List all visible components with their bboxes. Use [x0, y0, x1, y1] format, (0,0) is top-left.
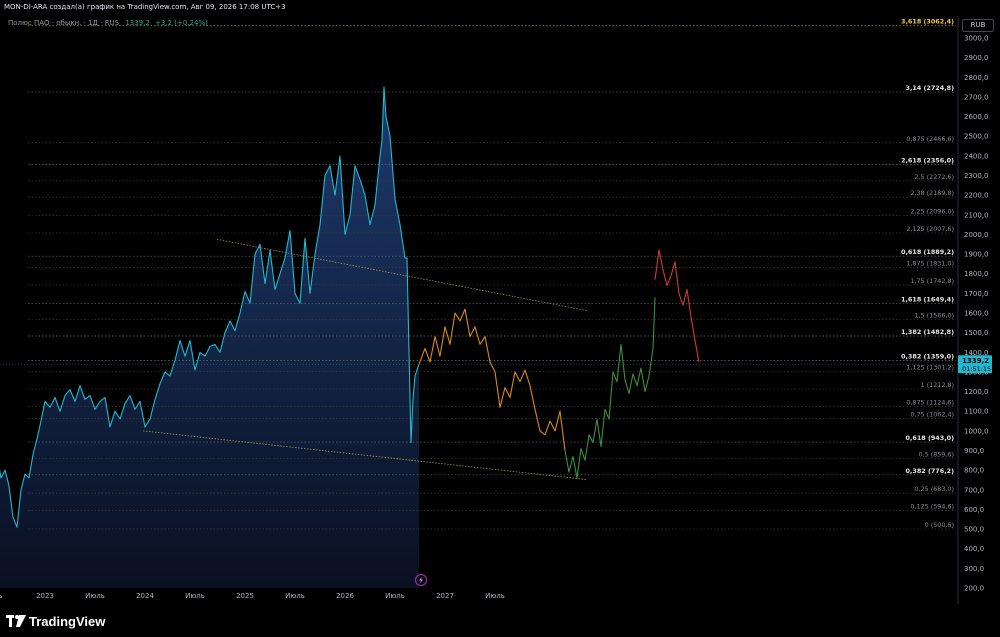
y-tick-label: 2100,0 [964, 211, 989, 219]
fib-level-label: 0,5 (859,6) [919, 450, 954, 458]
y-tick-label: 500,0 [964, 526, 984, 534]
y-tick-label: 1900,0 [964, 251, 989, 259]
footer: TradingView [0, 604, 1000, 637]
x-tick-label: 2025 [236, 592, 254, 600]
history-area [0, 87, 419, 588]
x-tick-label: Июль [185, 592, 205, 600]
fib-level-label: 1,125 (1301,2) [906, 364, 954, 372]
x-tick-label: 2026 [336, 592, 354, 600]
fib-level-label: 3,14 (2724,8) [906, 84, 955, 92]
last-price-tag-value: 1339,2 [962, 357, 989, 365]
brand-name: TradingView [29, 614, 106, 629]
y-tick-label: 400,0 [964, 545, 984, 553]
y-tick-label: 2000,0 [964, 231, 989, 239]
fib-level-label: 1 (1212,8) [921, 381, 954, 389]
y-tick-label: 2400,0 [964, 152, 989, 160]
history-area-fill [0, 87, 419, 588]
fib-level-label: 1,75 (1742,8) [910, 277, 954, 285]
lightning-bolt-glyph [419, 576, 423, 584]
y-tick-label: 2500,0 [964, 133, 989, 141]
y-tick-label: 1600,0 [964, 310, 989, 318]
y-tick-label: 2800,0 [964, 74, 989, 82]
fib-level-label: 0 (500,6) [925, 521, 954, 529]
last-price-tag-countdown: 01:51:15 [962, 365, 991, 373]
fib-level-label: 2,618 (2356,0) [901, 157, 954, 165]
last-price-tag: 1339,201:51:15 [0, 355, 992, 374]
series-projection-green [564, 297, 656, 479]
fib-level-label: 0,382 (776,2) [906, 467, 955, 475]
fib-level-label: 0,382 (1359,0) [901, 352, 954, 360]
fib-level-label: 0,75 (1062,4) [910, 411, 954, 419]
y-tick-label: 3000,0 [964, 35, 989, 43]
y-tick-label: 800,0 [964, 467, 984, 475]
x-axis[interactable]: юль 2023 Июль 2024 Июль 2025 Июль 2026 Июль 2027 И… [0, 592, 505, 600]
y-tick-label: 700,0 [964, 486, 984, 494]
y-tick-label: 600,0 [964, 506, 984, 514]
fib-level-label: 0,875 (1124,6) [906, 398, 954, 406]
y-tick-label: 2900,0 [964, 54, 989, 62]
fib-level-label: 1,5 (1566,0) [914, 312, 954, 320]
fib-level-label: 0,618 (943,0) [906, 434, 955, 442]
y-tick-label: 2600,0 [964, 113, 989, 121]
fib-level-label: 2,38 (2189,8) [910, 189, 954, 197]
fib-level-label: 1,382 (1482,8) [901, 328, 954, 336]
fib-level-label: 0,125 (594,6) [910, 502, 954, 510]
x-tick-label: Июль [485, 592, 505, 600]
fib-level-label: 2,25 (2096,0) [910, 208, 954, 216]
x-tick-label: Июль [85, 592, 105, 600]
y-tick-label: 2300,0 [964, 172, 989, 180]
fib-level-label: 2,125 (2007,6) [906, 225, 954, 233]
fib-level-label: 3,618 (3062,4) [901, 18, 954, 26]
fib-level-label: 0,875 (2466,6) [906, 135, 954, 143]
x-tick-label: юль [0, 592, 2, 600]
fib-level-label: 0,25 (683,0) [914, 485, 954, 493]
fib-level-label: 1,875 (1831,0) [906, 260, 954, 268]
y-tick-label: 1500,0 [964, 329, 989, 337]
y-tick-label: 1000,0 [964, 427, 989, 435]
y-axis[interactable]: 200,0 300,0 400,0 500,0 600,0 700,0 800,0 900,0… [957, 16, 989, 604]
y-tick-label: 1200,0 [964, 388, 989, 396]
series-projection-red [654, 249, 700, 363]
x-tick-label: Июль [385, 592, 405, 600]
x-tick-label: Июль [285, 592, 305, 600]
y-tick-label: 1100,0 [964, 408, 989, 416]
x-tick-label: 2024 [136, 592, 154, 600]
y-tick-label: 2200,0 [964, 192, 989, 200]
x-tick-label: 2023 [36, 592, 54, 600]
y-tick-label: 1800,0 [964, 270, 989, 278]
y-tick-label: 900,0 [964, 447, 984, 455]
y-tick-label: 300,0 [964, 565, 984, 573]
series-projection-orange [418, 308, 566, 451]
fib-level-label: 0,618 (1889,2) [901, 248, 954, 256]
y-tick-label: 200,0 [964, 585, 984, 593]
tradingview-logo-icon [6, 615, 26, 627]
fib-level-label: 1,618 (1649,4) [901, 295, 954, 303]
fib-level-label: 2,5 (2272,6) [914, 173, 954, 181]
price-chart[interactable]: 0 (500,6) 0,125 (594,6) 0,25 (683,0) 0,382 … [0, 0, 1000, 637]
y-tick-label: 1700,0 [964, 290, 989, 298]
x-tick-label: 2027 [436, 592, 454, 600]
y-tick-label: 2700,0 [964, 93, 989, 101]
